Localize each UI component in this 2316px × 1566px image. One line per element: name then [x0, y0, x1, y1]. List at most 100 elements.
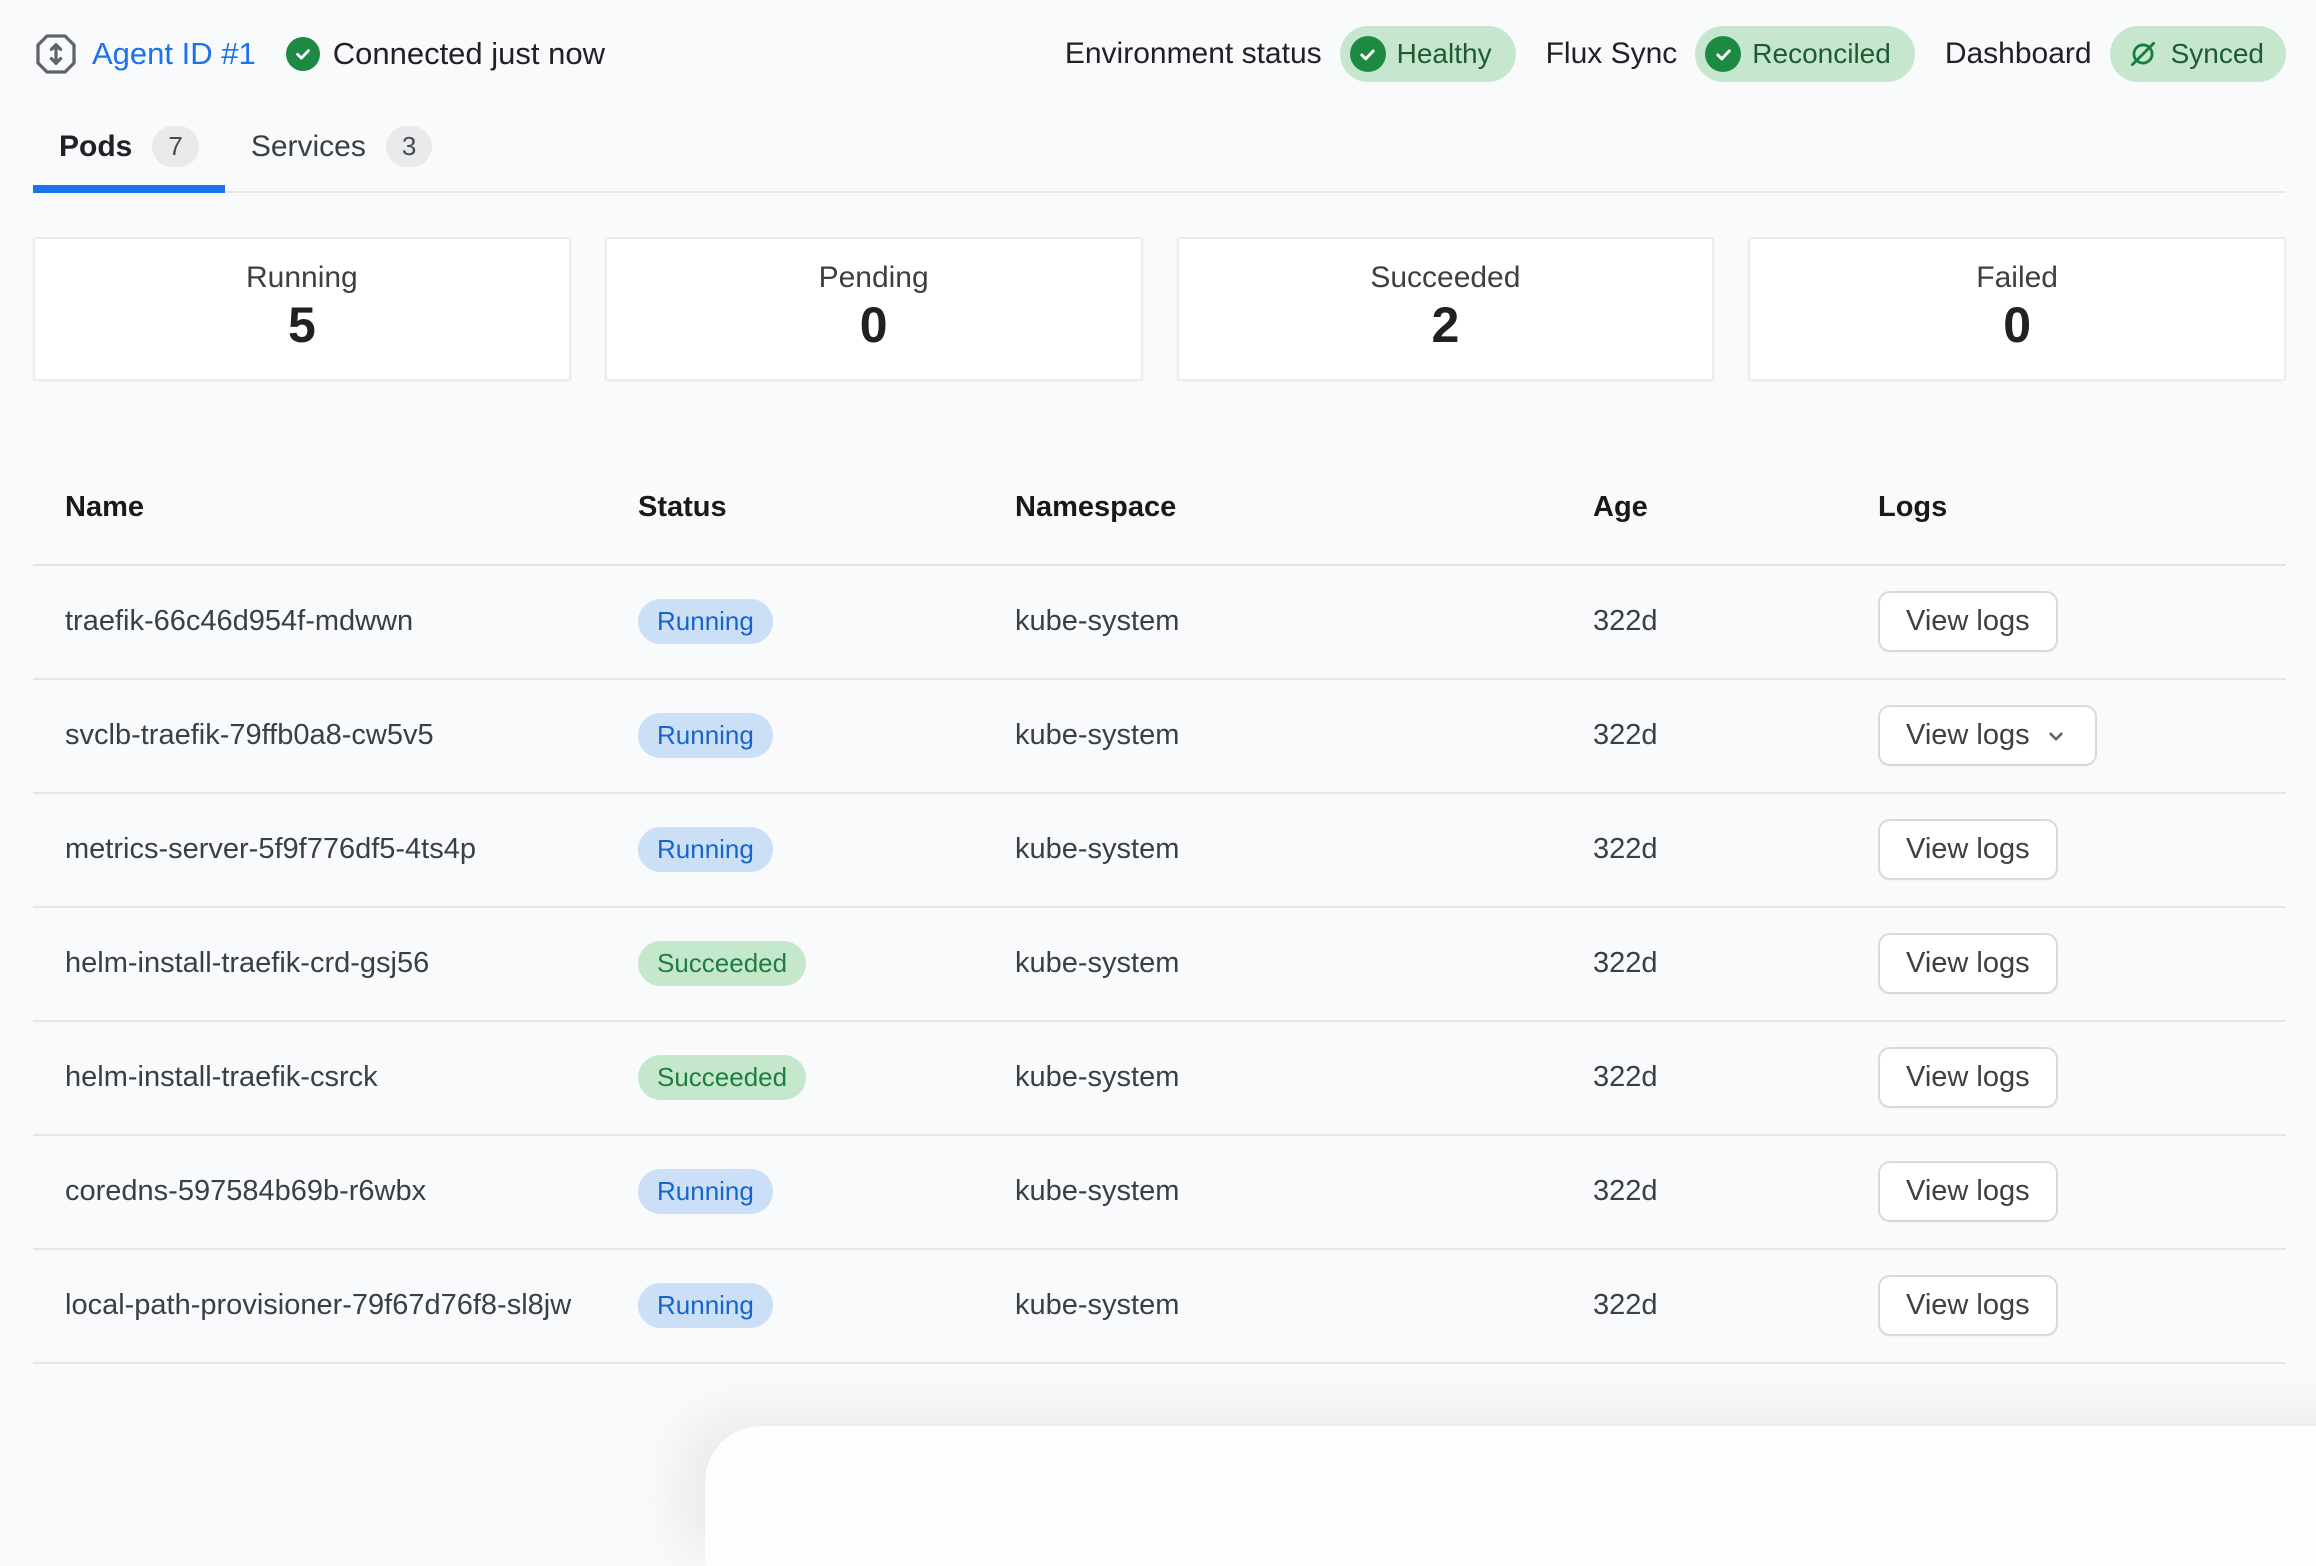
view-logs-label: View logs: [1906, 1175, 2030, 1208]
pod-namespace: kube-system: [1015, 1061, 1593, 1094]
view-logs-label: View logs: [1906, 719, 2030, 752]
flux-sync-label: Flux Sync: [1546, 37, 1678, 71]
stat-label: Failed: [1750, 261, 2284, 295]
stat-value: 2: [1179, 297, 1713, 355]
sync-icon: [2126, 37, 2160, 71]
flux-sync-pair: Flux Sync Reconciled: [1546, 26, 1915, 82]
stat-card-pending: Pending 0: [605, 237, 1143, 381]
column-header-age: Age: [1593, 491, 1878, 524]
pod-name: traefik-66c46d954f-mdwwn: [33, 600, 638, 644]
view-logs-label: View logs: [1906, 1289, 2030, 1322]
table-row: local-path-provisioner-79f67d76f8-sl8jw …: [33, 1250, 2286, 1364]
environment-badges: Environment status Healthy Flux Sync: [1065, 26, 2286, 82]
pods-table-header: Name Status Namespace Age Logs: [33, 463, 2286, 566]
dashboard-label: Dashboard: [1945, 37, 2092, 71]
table-row: helm-install-traefik-csrck Succeeded kub…: [33, 1022, 2286, 1136]
healthy-badge-label: Healthy: [1397, 38, 1492, 70]
pod-namespace: kube-system: [1015, 605, 1593, 638]
pod-age: 322d: [1593, 833, 1878, 866]
view-logs-label: View logs: [1906, 605, 2030, 638]
pod-status-badge: Running: [638, 713, 773, 758]
stat-value: 5: [35, 297, 569, 355]
tab-services-count-badge: 3: [386, 126, 432, 167]
pod-status-badge: Running: [638, 599, 773, 644]
check-circle-icon: [1705, 36, 1741, 72]
pod-namespace: kube-system: [1015, 833, 1593, 866]
view-logs-button[interactable]: View logs: [1878, 1275, 2058, 1336]
table-row: coredns-597584b69b-r6wbx Running kube-sy…: [33, 1136, 2286, 1250]
view-logs-button[interactable]: View logs: [1878, 933, 2058, 994]
synced-badge-label: Synced: [2171, 38, 2264, 70]
dashboard-page: Agent ID #1 Connected just now Environme…: [0, 26, 2316, 1364]
pod-age: 322d: [1593, 719, 1878, 752]
stat-value: 0: [607, 297, 1141, 355]
stat-card-succeeded: Succeeded 2: [1177, 237, 1715, 381]
top-bar: Agent ID #1 Connected just now Environme…: [33, 26, 2286, 82]
view-logs-label: View logs: [1906, 947, 2030, 980]
pod-stats-row: Running 5 Pending 0 Succeeded 2 Failed 0: [33, 237, 2286, 381]
bottom-sheet-corner: [705, 1426, 2316, 1566]
stat-value: 0: [1750, 297, 2284, 355]
pod-name: helm-install-traefik-csrck: [33, 1056, 638, 1100]
pod-name: coredns-597584b69b-r6wbx: [33, 1170, 638, 1214]
view-logs-button[interactable]: View logs: [1878, 1047, 2058, 1108]
pod-age: 322d: [1593, 605, 1878, 638]
pod-age: 322d: [1593, 1061, 1878, 1094]
pod-namespace: kube-system: [1015, 1289, 1593, 1322]
agent-status-group: Agent ID #1 Connected just now: [33, 31, 605, 77]
agent-badge-icon: [33, 31, 79, 77]
healthy-badge: Healthy: [1340, 26, 1516, 82]
pod-status-badge: Running: [638, 827, 773, 872]
reconciled-badge: Reconciled: [1695, 26, 1915, 82]
view-logs-button[interactable]: View logs: [1878, 1161, 2058, 1222]
pod-namespace: kube-system: [1015, 719, 1593, 752]
pod-name: helm-install-traefik-crd-gsj56: [33, 942, 638, 986]
dashboard-sync-pair: Dashboard Synced: [1945, 26, 2286, 82]
tab-pods[interactable]: Pods 7: [33, 112, 225, 191]
view-logs-button[interactable]: View logs: [1878, 819, 2058, 880]
pods-table-body: traefik-66c46d954f-mdwwn Running kube-sy…: [33, 566, 2286, 1364]
reconciled-badge-label: Reconciled: [1752, 38, 1891, 70]
tab-pods-label: Pods: [59, 130, 132, 164]
table-row: svclb-traefik-79ffb0a8-cw5v5 Running kub…: [33, 680, 2286, 794]
view-logs-button[interactable]: View logs: [1878, 591, 2058, 652]
connection-status-text: Connected just now: [333, 36, 605, 72]
pod-age: 322d: [1593, 947, 1878, 980]
stat-label: Pending: [607, 261, 1141, 295]
view-logs-button[interactable]: View logs: [1878, 705, 2097, 766]
synced-badge: Synced: [2110, 26, 2286, 82]
stat-label: Succeeded: [1179, 261, 1713, 295]
view-logs-label: View logs: [1906, 1061, 2030, 1094]
environment-status-pair: Environment status Healthy: [1065, 26, 1516, 82]
chevron-down-icon: [2043, 723, 2069, 749]
pod-age: 322d: [1593, 1289, 1878, 1322]
pod-namespace: kube-system: [1015, 1175, 1593, 1208]
check-circle-icon: [1350, 36, 1386, 72]
pod-status-badge: Succeeded: [638, 1055, 806, 1100]
agent-id-link[interactable]: Agent ID #1: [92, 36, 256, 72]
tab-services-label: Services: [251, 130, 366, 164]
check-circle-icon: [286, 37, 320, 71]
table-row: helm-install-traefik-crd-gsj56 Succeeded…: [33, 908, 2286, 1022]
pod-status-badge: Running: [638, 1169, 773, 1214]
tab-services[interactable]: Services 3: [225, 112, 459, 191]
stat-label: Running: [35, 261, 569, 295]
table-row: metrics-server-5f9f776df5-4ts4p Running …: [33, 794, 2286, 908]
stat-card-running: Running 5: [33, 237, 571, 381]
view-logs-label: View logs: [1906, 833, 2030, 866]
pod-namespace: kube-system: [1015, 947, 1593, 980]
pod-age: 322d: [1593, 1175, 1878, 1208]
table-row: traefik-66c46d954f-mdwwn Running kube-sy…: [33, 566, 2286, 680]
stat-card-failed: Failed 0: [1748, 237, 2286, 381]
column-header-logs: Logs: [1878, 491, 2286, 524]
pod-name: local-path-provisioner-79f67d76f8-sl8jw: [33, 1284, 638, 1328]
column-header-name: Name: [33, 491, 638, 524]
tab-bar: Pods 7 Services 3: [33, 112, 2286, 193]
pod-status-badge: Succeeded: [638, 941, 806, 986]
pod-name: svclb-traefik-79ffb0a8-cw5v5: [33, 714, 638, 758]
environment-status-label: Environment status: [1065, 37, 1322, 71]
column-header-namespace: Namespace: [1015, 491, 1593, 524]
connection-status: Connected just now: [286, 36, 605, 72]
pod-status-badge: Running: [638, 1283, 773, 1328]
column-header-status: Status: [638, 491, 1015, 524]
